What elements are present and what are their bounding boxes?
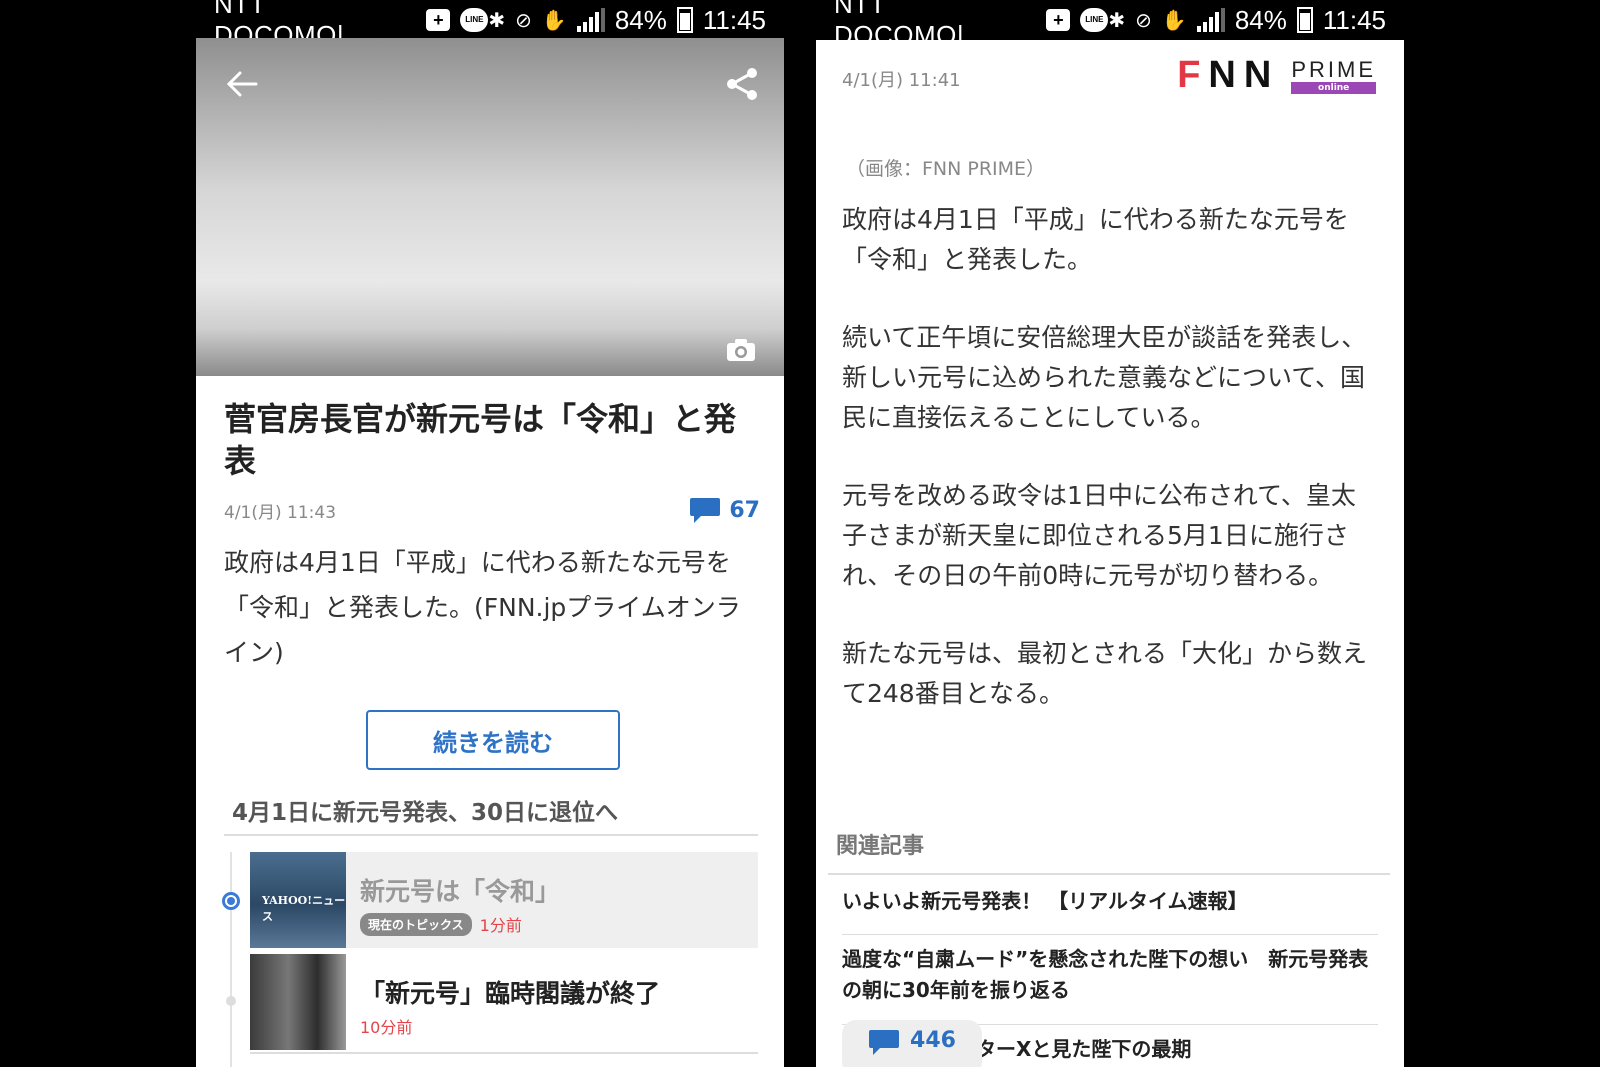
- signal-icon: [1196, 8, 1225, 32]
- comment-count: 446: [910, 1028, 956, 1053]
- divider: [224, 834, 758, 836]
- current-topic-badge: 現在のトピックス: [360, 912, 472, 936]
- image-caption: （画像：FNN PRIME）: [846, 158, 1046, 180]
- system-icons: ✱ ⊘ ✋ 84% 11:45: [1108, 5, 1386, 36]
- article-headline: 菅官房長官が新元号は「令和」と発表: [224, 400, 737, 480]
- article-summary: 政府は4月1日「平成」に代わる新たな元号を「令和」と発表した。(FNN.jpプラ…: [224, 548, 741, 667]
- logo-online: online: [1291, 81, 1376, 94]
- notification-icons: + LINE: [1046, 8, 1109, 32]
- comment-count: 67: [729, 497, 760, 523]
- comment-bubble-icon: [690, 498, 721, 523]
- status-bar: NTT DOCOMO|. + LINE ✱ ⊘ ✋ 84% 11:45: [196, 0, 784, 50]
- hero-image[interactable]: [196, 38, 784, 376]
- timeline-dot-active: [222, 892, 240, 910]
- fnn-prime-logo[interactable]: FNN PRIME online: [1177, 54, 1376, 97]
- timeline-line: [230, 852, 232, 1067]
- clock: 11:45: [702, 4, 766, 35]
- time-ago: 10分前: [360, 1018, 413, 1037]
- plus-app-icon: +: [1046, 9, 1071, 31]
- article-body: 政府は4月1日「平成」に代わる新たな元号を「令和」と発表した。 続いて正午頃に安…: [842, 200, 1378, 752]
- battery-level: 84%: [1234, 4, 1287, 35]
- divider: [250, 1052, 758, 1054]
- battery-level: 84%: [614, 4, 667, 35]
- hand-icon: ✋: [541, 9, 567, 32]
- line-app-icon: LINE: [460, 8, 489, 32]
- comment-bubble-icon: [869, 1030, 900, 1055]
- status-bar: NTT DOCOMO|. + LINE ✱ ⊘ ✋ 84% 11:45: [816, 0, 1404, 50]
- topic-title: 新元号は「令和」: [360, 877, 561, 906]
- thumbnail-label: YAHOO!ニュース: [262, 894, 346, 923]
- paragraph: 元号を改める政令は1日中に公布されて、皇太子さまが新天皇に即位される5月1日に施…: [842, 481, 1356, 590]
- signal-icon: [576, 8, 605, 32]
- paragraph: 新たな元号は、最初とされる「大化」から数えて248番目となる。: [842, 639, 1368, 708]
- divider: [842, 934, 1378, 935]
- article-date: 4/1(月) 11:43: [224, 502, 337, 523]
- read-more-button[interactable]: 続きを読む: [366, 710, 620, 770]
- divider: [828, 873, 1390, 875]
- clock: 11:45: [1322, 4, 1386, 35]
- right-screen: NTT DOCOMO|. + LINE ✱ ⊘ ✋ 84% 11:45 4/1(…: [816, 0, 1404, 1067]
- topic-title: 「新元号」臨時閣議が終了: [360, 979, 661, 1008]
- mute-icon: ⊘: [515, 9, 532, 32]
- topic-thumbnail: [250, 954, 346, 1050]
- hand-icon: ✋: [1161, 9, 1187, 32]
- bluetooth-icon: ✱: [488, 9, 506, 32]
- related-article-link[interactable]: 過度な“自粛ムード”を懸念された陛下の想い 新元号発表の朝に30年前を振り返る: [842, 944, 1378, 1006]
- notification-icons: + LINE: [426, 8, 489, 32]
- topic-item[interactable]: 「新元号」臨時閣議が終了 10分前: [250, 954, 758, 1050]
- share-icon[interactable]: [722, 64, 762, 104]
- paragraph: 続いて正午頃に安倍総理大臣が談話を発表し、新しい元号に込められた意義などについて…: [842, 323, 1367, 432]
- battery-icon: [676, 7, 693, 33]
- back-arrow-icon[interactable]: [222, 64, 262, 104]
- mute-icon: ⊘: [1135, 9, 1152, 32]
- article-date: 4/1(月) 11:41: [842, 70, 961, 91]
- comments-link[interactable]: 67: [689, 496, 760, 524]
- related-article-link[interactable]: いよいよ新元号発表！ 【リアルタイム速報】: [842, 886, 1378, 917]
- topic-thumbnail: YAHOO!ニュース: [250, 852, 346, 948]
- article-header: 4/1(月) 11:41 FNN PRIME online: [816, 40, 1404, 110]
- topic-heading[interactable]: 4月1日に新元号発表、30日に退位へ: [232, 793, 618, 827]
- logo-letters: FNN: [1177, 54, 1280, 96]
- timeline-dot: [226, 996, 236, 1006]
- paragraph: 政府は4月1日「平成」に代わる新たな元号を「令和」と発表した。: [842, 205, 1349, 274]
- article-meta: 4/1(月) 11:43 67: [224, 496, 760, 524]
- comments-button[interactable]: 446: [842, 1020, 982, 1067]
- related-heading: 関連記事: [836, 834, 925, 859]
- bluetooth-icon: ✱: [1108, 9, 1126, 32]
- camera-icon[interactable]: [726, 338, 756, 362]
- left-screen: NTT DOCOMO|. + LINE ✱ ⊘ ✋ 84% 11:45 菅官房長…: [196, 0, 784, 1067]
- topic-item-current[interactable]: YAHOO!ニュース 新元号は「令和」 現在のトピックス 1分前: [250, 852, 758, 948]
- system-icons: ✱ ⊘ ✋ 84% 11:45: [488, 5, 766, 36]
- plus-app-icon: +: [426, 9, 451, 31]
- line-app-icon: LINE: [1080, 8, 1109, 32]
- logo-prime: PRIME: [1291, 56, 1376, 82]
- time-ago: 1分前: [479, 916, 522, 935]
- battery-icon: [1296, 7, 1313, 33]
